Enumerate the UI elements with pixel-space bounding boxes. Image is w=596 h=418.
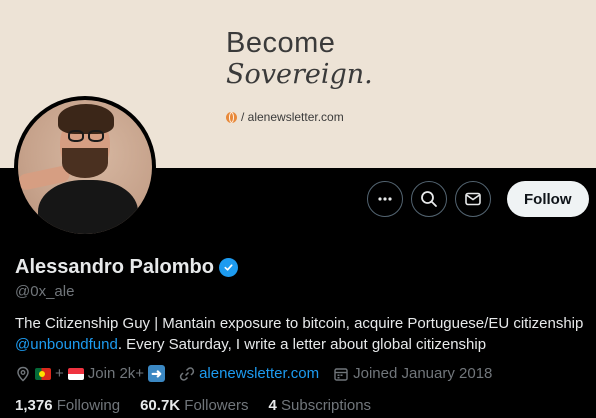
profile-actions: Follow xyxy=(367,181,589,217)
link-icon xyxy=(179,366,195,381)
search-icon xyxy=(421,191,437,207)
website: alenewsletter.com xyxy=(179,365,319,382)
profile-meta: + Join 2k+ ➜ alenewsletter.com Joined Ja… xyxy=(15,365,506,382)
display-name: Alessandro Palombo xyxy=(15,256,214,278)
followers-link[interactable]: 60.7K Followers xyxy=(140,397,248,414)
bio-mention-link[interactable]: @unboundfund xyxy=(15,336,118,353)
calendar-icon xyxy=(334,367,348,381)
more-icon xyxy=(378,197,392,201)
mail-icon xyxy=(465,192,481,206)
join-date: Joined January 2018 xyxy=(333,365,492,382)
following-link[interactable]: 1,376 Following xyxy=(15,397,120,414)
joined-text: Joined January 2018 xyxy=(353,365,493,382)
search-button[interactable] xyxy=(411,181,447,217)
message-button[interactable] xyxy=(455,181,491,217)
subscriptions-count: 4 xyxy=(268,397,277,414)
portugal-flag-icon xyxy=(35,367,51,380)
subscriptions-label: Subscriptions xyxy=(281,397,372,414)
banner-headline: Become Sovereign. xyxy=(226,28,406,92)
right-arrow-icon: ➜ xyxy=(148,365,166,382)
banner-line-2: Sovereign. xyxy=(226,59,373,90)
subscriptions-link[interactable]: 4 Subscriptions xyxy=(268,397,371,414)
followers-count: 60.7K xyxy=(140,397,181,414)
location-pin-icon xyxy=(17,366,29,382)
followers-label: Followers xyxy=(184,397,249,414)
more-button[interactable] xyxy=(367,181,403,217)
following-count: 1,376 xyxy=(15,397,53,414)
name-row: Alessandro Palombo xyxy=(15,256,238,279)
bio-text-2: . Every Saturday, I write a letter about… xyxy=(117,336,487,353)
banner-line-1: Become xyxy=(226,27,336,59)
profile-bio: The Citizenship Guy | Mantain exposure t… xyxy=(15,313,585,355)
globe-icon xyxy=(226,111,237,123)
website-link[interactable]: alenewsletter.com xyxy=(199,365,319,382)
verified-badge-icon[interactable] xyxy=(218,258,238,277)
singapore-flag-icon xyxy=(67,367,84,380)
banner-url: / alenewsletter.com xyxy=(226,110,344,124)
location-plus: + xyxy=(55,365,64,382)
avatar[interactable] xyxy=(14,96,156,238)
follow-button[interactable]: Follow xyxy=(507,181,589,217)
location: + Join 2k+ ➜ xyxy=(15,365,166,382)
user-handle: @0x_ale xyxy=(15,283,75,300)
profile-stats: 1,376 Following 60.7K Followers 4 Subscr… xyxy=(15,397,391,414)
avatar-photo xyxy=(18,100,152,234)
banner-url-text: / alenewsletter.com xyxy=(241,110,344,124)
bio-text-1: The Citizenship Guy | Mantain exposure t… xyxy=(15,315,584,332)
following-label: Following xyxy=(56,397,121,414)
location-text: Join 2k+ xyxy=(87,365,145,382)
